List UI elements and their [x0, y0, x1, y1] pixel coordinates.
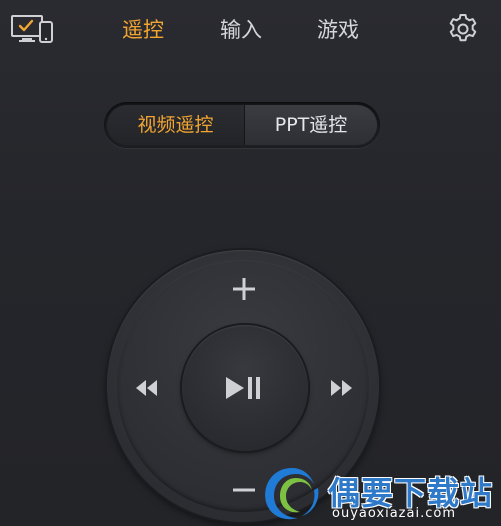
fast-forward-button[interactable]	[326, 373, 356, 403]
remote-control-app: 遥控 输入 游戏 视频遥控 PPT遥控 偶要下载站 ouyaoxiazai.co…	[0, 0, 501, 526]
fast-forward-icon	[331, 380, 352, 396]
tab-input[interactable]: 输入	[220, 10, 262, 50]
volume-up-button[interactable]	[228, 273, 260, 305]
play-pause-button[interactable]	[182, 325, 308, 451]
rewind-button[interactable]	[132, 373, 162, 403]
remote-mode-switch: 视频遥控 PPT遥控	[104, 102, 380, 148]
plus-icon	[233, 278, 255, 300]
settings-button[interactable]	[446, 12, 480, 46]
site-watermark: 偶要下载站 ouyaoxiazai.com	[258, 462, 501, 526]
gear-icon	[449, 14, 477, 42]
play-pause-icon	[226, 377, 260, 399]
volume-down-button[interactable]	[228, 474, 260, 506]
rewind-icon	[136, 380, 157, 396]
top-bar: 遥控 输入 游戏	[0, 0, 501, 58]
tab-remote[interactable]: 遥控	[122, 10, 164, 50]
minus-icon	[233, 488, 255, 492]
video-remote-option[interactable]: 视频遥控	[107, 105, 244, 145]
watermark-url: ouyaoxiazai.com	[332, 506, 456, 521]
tab-game[interactable]: 游戏	[317, 10, 359, 50]
screen-devices-icon	[11, 15, 53, 43]
main-tabs: 遥控 输入 游戏	[110, 10, 390, 50]
device-connect-button[interactable]	[10, 12, 56, 46]
watermark-logo-icon	[265, 468, 319, 520]
ppt-remote-option[interactable]: PPT遥控	[245, 105, 377, 145]
